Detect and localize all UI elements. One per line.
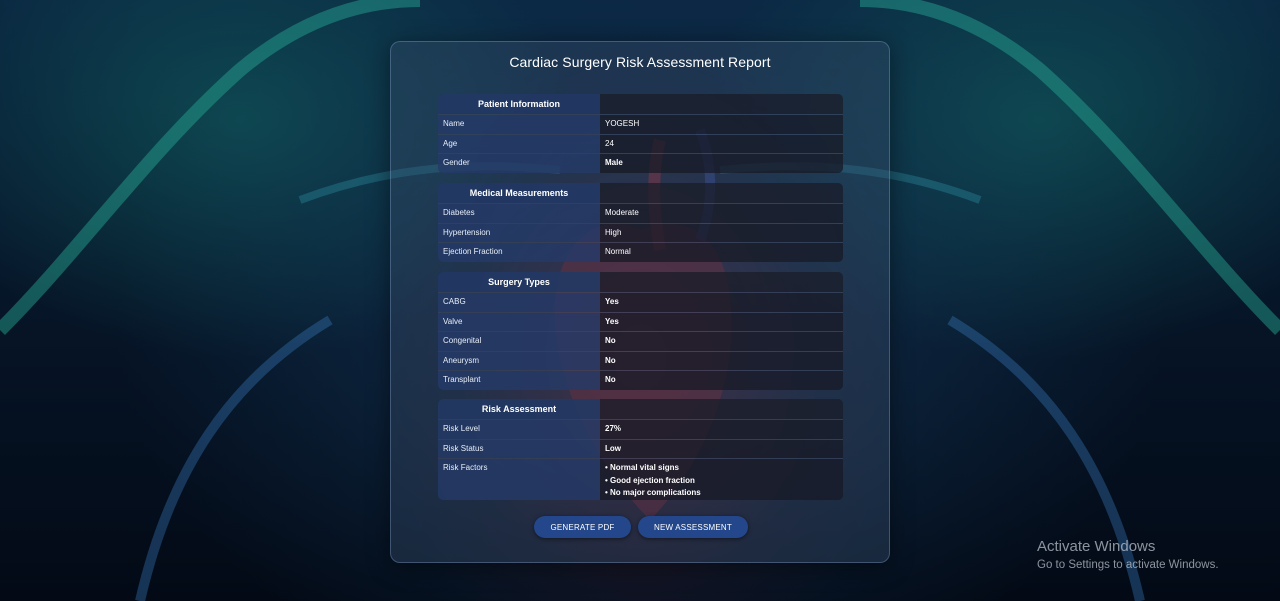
section-heading: Surgery Types bbox=[438, 272, 600, 292]
row-label: Gender bbox=[438, 154, 600, 173]
generate-pdf-button[interactable]: GENERATE PDF bbox=[534, 516, 631, 538]
report-title: Cardiac Surgery Risk Assessment Report bbox=[509, 54, 771, 70]
report-card: Cardiac Surgery Risk Assessment Report P… bbox=[390, 41, 890, 563]
row-label: Risk Factors bbox=[438, 459, 600, 500]
table-row: CABG Yes bbox=[438, 292, 843, 312]
section-heading: Risk Assessment bbox=[438, 399, 600, 419]
risk-factor-item: • No major complications bbox=[605, 488, 701, 497]
risk-level-value: 27% bbox=[600, 420, 843, 439]
row-label: Risk Status bbox=[438, 439, 600, 458]
row-label: Congenital bbox=[438, 332, 600, 351]
section-header: Surgery Types bbox=[438, 272, 843, 292]
section-heading: Patient Information bbox=[438, 94, 600, 114]
row-label: Valve bbox=[438, 312, 600, 331]
risk-factors-list: • Normal vital signs • Good ejection fra… bbox=[600, 459, 843, 500]
table-row: Hypertension High bbox=[438, 222, 843, 242]
table-row: Name YOGESH bbox=[438, 114, 843, 134]
row-label: Aneurysm bbox=[438, 351, 600, 370]
row-value: 24 bbox=[600, 134, 843, 153]
risk-factor-item: • Good ejection fraction bbox=[605, 475, 695, 485]
risk-factor-item: • Normal vital signs bbox=[605, 463, 679, 472]
row-label: Ejection Fraction bbox=[438, 243, 600, 262]
row-value: Yes bbox=[600, 312, 843, 331]
row-label: Age bbox=[438, 134, 600, 153]
row-value: No bbox=[600, 351, 843, 370]
section-heading: Medical Measurements bbox=[438, 183, 600, 203]
section-header: Risk Assessment bbox=[438, 399, 843, 419]
patient-information-section: Patient Information Name YOGESH Age 24 G… bbox=[438, 94, 843, 173]
table-row: Congenital No bbox=[438, 331, 843, 351]
row-value: Normal bbox=[600, 243, 843, 262]
row-value: Yes bbox=[600, 293, 843, 312]
table-row: Age 24 bbox=[438, 133, 843, 153]
row-label: Diabetes bbox=[438, 204, 600, 223]
table-row: Valve Yes bbox=[438, 311, 843, 331]
table-row: Risk Factors • Normal vital signs • Good… bbox=[438, 458, 843, 500]
table-row: Ejection Fraction Normal bbox=[438, 242, 843, 262]
row-value: Moderate bbox=[600, 204, 843, 223]
activate-windows-watermark: Activate Windows Go to Settings to activ… bbox=[1037, 538, 1219, 571]
row-label: Transplant bbox=[438, 371, 600, 390]
watermark-title: Activate Windows bbox=[1037, 538, 1156, 555]
medical-measurements-section: Medical Measurements Diabetes Moderate H… bbox=[438, 183, 843, 262]
row-value: No bbox=[600, 332, 843, 351]
section-header: Medical Measurements bbox=[438, 183, 843, 203]
new-assessment-button[interactable]: NEW ASSESSMENT bbox=[638, 516, 748, 538]
surgery-types-section: Surgery Types CABG Yes Valve Yes Congeni… bbox=[438, 272, 843, 390]
row-value: High bbox=[600, 223, 843, 242]
watermark-subtitle: Go to Settings to activate Windows. bbox=[1037, 559, 1219, 571]
row-label: Hypertension bbox=[438, 223, 600, 242]
table-row: Risk Level 27% bbox=[438, 419, 843, 439]
row-value: No bbox=[600, 371, 843, 390]
table-row: Transplant No bbox=[438, 370, 843, 390]
table-row: Risk Status Low bbox=[438, 438, 843, 458]
risk-status-value: Low bbox=[600, 439, 843, 458]
row-value: YOGESH bbox=[600, 115, 843, 134]
table-row: Aneurysm No bbox=[438, 350, 843, 370]
row-value: Male bbox=[600, 154, 843, 173]
table-row: Gender Male bbox=[438, 153, 843, 173]
row-label: CABG bbox=[438, 293, 600, 312]
risk-assessment-section: Risk Assessment Risk Level 27% Risk Stat… bbox=[438, 399, 843, 500]
table-row: Diabetes Moderate bbox=[438, 203, 843, 223]
row-label: Name bbox=[438, 115, 600, 134]
row-label: Risk Level bbox=[438, 420, 600, 439]
section-header: Patient Information bbox=[438, 94, 843, 114]
